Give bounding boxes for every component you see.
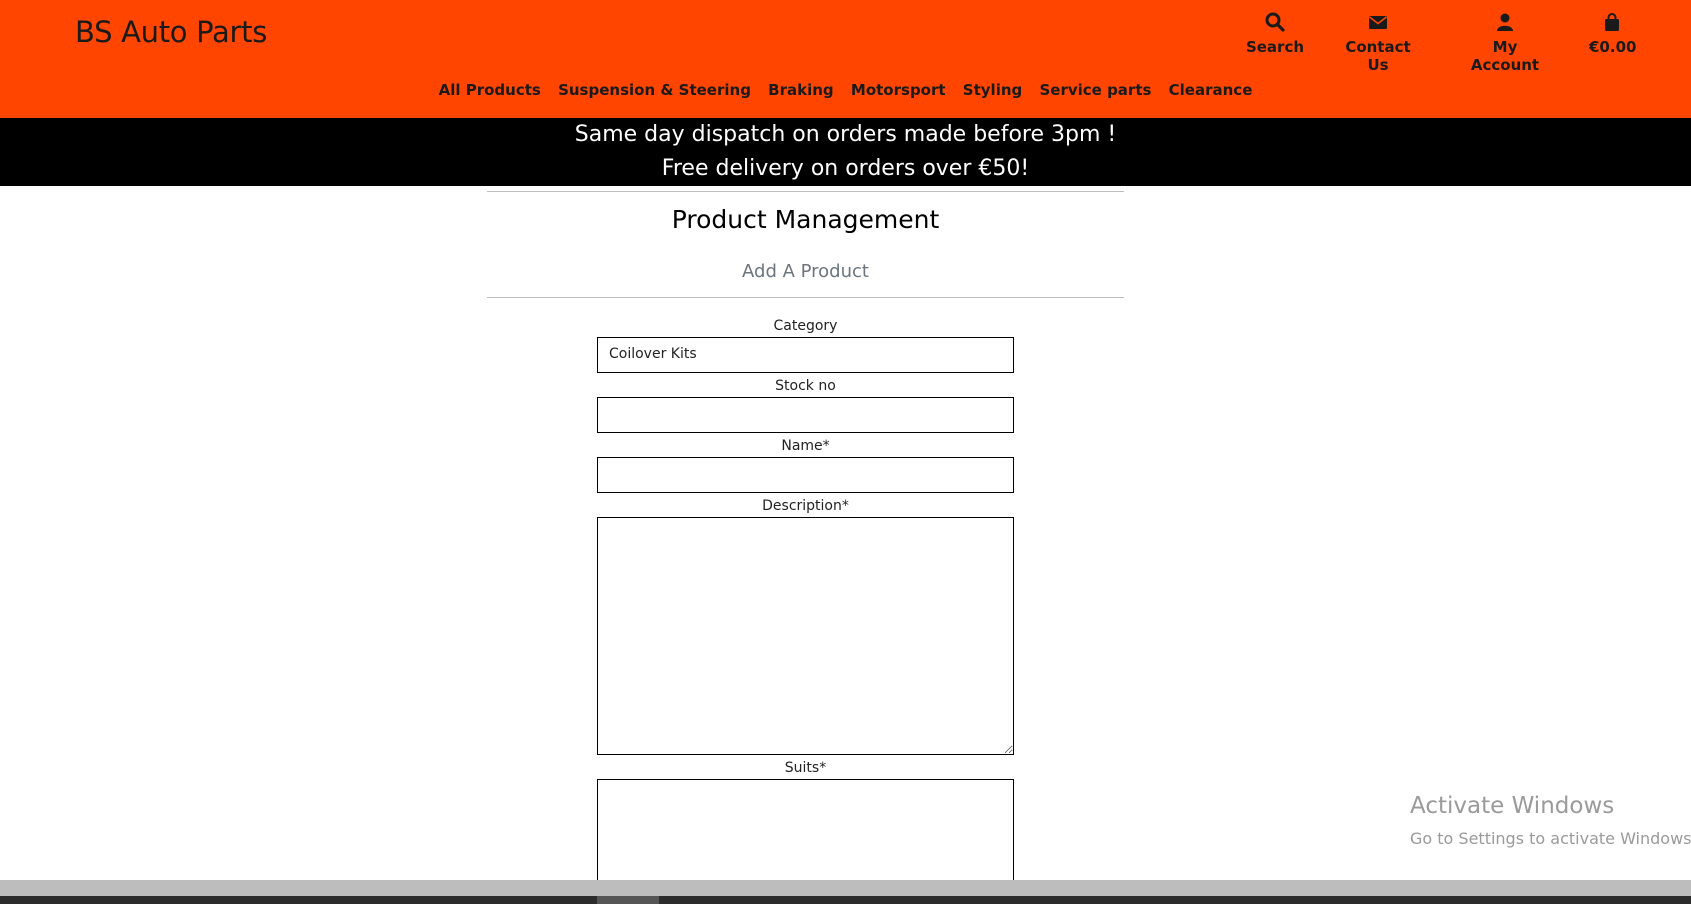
- contact-us-link-label: Contact Us: [1345, 38, 1411, 74]
- page-subtitle: Add A Product: [742, 261, 869, 282]
- my-account-link-label: My Account: [1470, 38, 1540, 74]
- contact-us-link[interactable]: Contact Us: [1335, 12, 1421, 74]
- category-label: Category: [773, 318, 838, 334]
- nav-styling[interactable]: Styling: [963, 81, 1022, 99]
- stock-no-label: Stock no: [775, 378, 836, 394]
- banner-delivery-text: Free delivery on orders over €50!: [661, 156, 1030, 181]
- site-header: BS Auto Parts Search Contact Us My Accou…: [0, 0, 1691, 118]
- add-product-form: Category Coilover Kits Stock no Name* De…: [597, 315, 1014, 899]
- cart-link[interactable]: €0.00: [1589, 12, 1637, 56]
- divider-top: [487, 191, 1124, 192]
- nav-all-products[interactable]: All Products: [439, 81, 541, 99]
- nav-suspension-steering[interactable]: Suspension & Steering: [558, 81, 751, 99]
- nav-motorsport[interactable]: Motorsport: [851, 81, 946, 99]
- search-link[interactable]: Search: [1245, 12, 1305, 56]
- user-icon: [1459, 12, 1551, 36]
- stock-no-input[interactable]: [597, 397, 1014, 433]
- name-label: Name*: [781, 438, 830, 454]
- horizontal-scrollbar-thumb[interactable]: [597, 896, 659, 904]
- delivery-banner: Same day dispatch on orders made before …: [0, 118, 1691, 186]
- category-select[interactable]: Coilover Kits: [597, 337, 1014, 373]
- activate-windows-title: Activate Windows: [1410, 793, 1615, 819]
- activate-windows-subtitle: Go to Settings to activate Windows.: [1410, 829, 1691, 848]
- divider-bottom: [487, 297, 1124, 298]
- description-textarea[interactable]: [597, 517, 1014, 755]
- banner-dispatch-text: Same day dispatch on orders made before …: [574, 122, 1117, 147]
- name-input[interactable]: [597, 457, 1014, 493]
- search-link-label: Search: [1245, 38, 1305, 56]
- search-icon: [1245, 12, 1305, 36]
- main-nav: All Products Suspension & Steering Braki…: [0, 81, 1691, 99]
- nav-service-parts[interactable]: Service parts: [1039, 81, 1151, 99]
- brand-logo[interactable]: BS Auto Parts: [75, 15, 267, 49]
- shopping-bag-icon: [1589, 12, 1635, 36]
- suits-label: Suits*: [784, 760, 827, 776]
- my-account-link[interactable]: My Account: [1459, 12, 1551, 74]
- nav-clearance[interactable]: Clearance: [1169, 81, 1253, 99]
- horizontal-scrollbar-bar: [0, 896, 1691, 904]
- envelope-icon: [1335, 12, 1421, 36]
- nav-braking[interactable]: Braking: [768, 81, 834, 99]
- cart-total: €0.00: [1589, 38, 1637, 56]
- page-title: Product Management: [671, 205, 940, 234]
- description-label: Description*: [762, 498, 849, 514]
